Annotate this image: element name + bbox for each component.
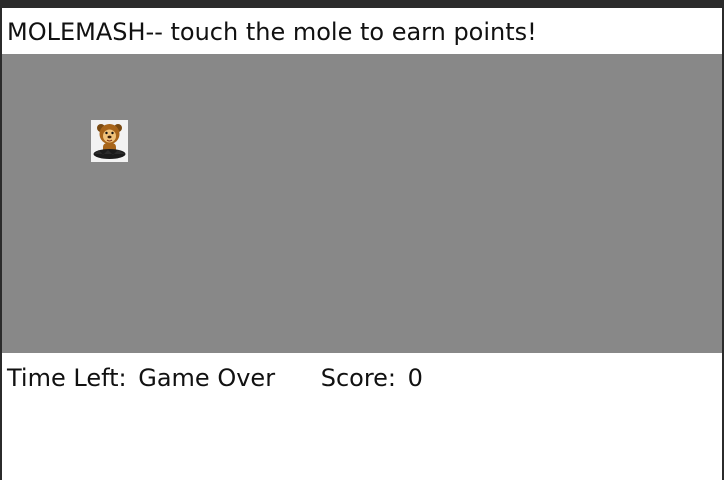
mole-icon: [91, 120, 128, 162]
score-value: 0: [407, 364, 423, 392]
game-canvas[interactable]: [2, 54, 722, 353]
time-left-label: Time Left:: [7, 364, 127, 392]
game-title: MOLEMASH-- touch the mole to earn points…: [7, 18, 537, 46]
window-top-bar: [0, 0, 724, 8]
mole-sprite[interactable]: [91, 120, 128, 162]
status-row: Time Left: Game Over Score: 0: [7, 358, 423, 398]
score-label: Score:: [320, 364, 397, 392]
time-left-value: Game Over: [138, 364, 276, 392]
